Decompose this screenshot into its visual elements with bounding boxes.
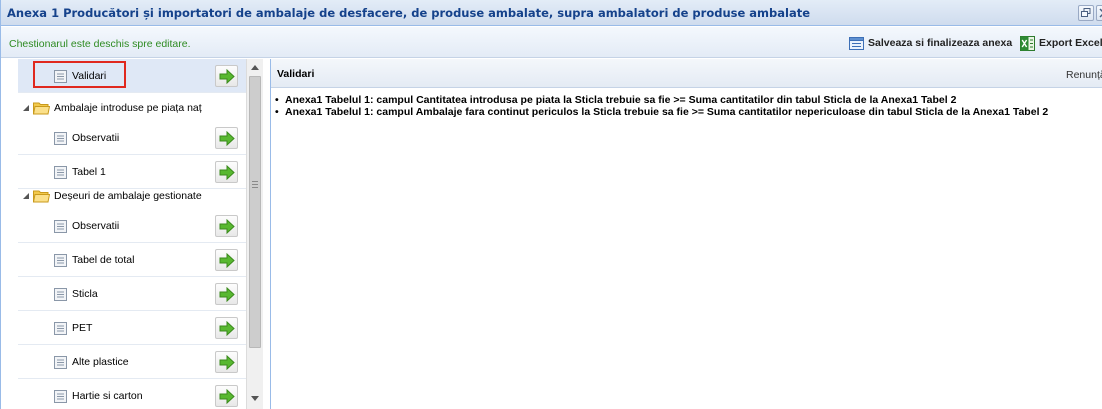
- sidebar-scrollbar[interactable]: [246, 59, 263, 409]
- arrow-right-icon: [219, 321, 235, 336]
- arrow-right-icon: [219, 389, 235, 404]
- sidebar-item-alte-plastice[interactable]: Alte plastice: [18, 345, 248, 379]
- sidebar: Validari Ambalaje introduse pe piața naț: [18, 59, 263, 409]
- window-title: Anexa 1 Producători și importatori de am…: [7, 6, 811, 20]
- tree-group-ambalaje[interactable]: Ambalaje introduse pe piața naț: [18, 93, 248, 123]
- arrow-right-icon: [219, 219, 235, 234]
- grip-line: [252, 181, 258, 182]
- form-icon: [54, 253, 67, 267]
- form-icon: [54, 287, 67, 301]
- sidebar-item-tabel-de-total[interactable]: Tabel de total: [18, 243, 248, 277]
- save-finalize-button[interactable]: Salveaza si finalizeaza anexa: [849, 34, 1012, 52]
- validation-message: • Anexa1 Tabelul 1: campul Cantitatea in…: [275, 94, 957, 106]
- form-icon: [54, 355, 67, 369]
- arrow-right-icon: [219, 355, 235, 370]
- sidebar-item-link[interactable]: Observatii: [54, 217, 119, 235]
- go-button[interactable]: [215, 127, 238, 149]
- sidebar-item-label: Sticla: [72, 288, 98, 300]
- validation-message: • Anexa1 Tabelul 1: campul Ambalaje fara…: [275, 106, 1049, 118]
- form-icon: [54, 69, 67, 83]
- content-title: Validari: [277, 68, 315, 80]
- folder-icon: [33, 190, 50, 203]
- sidebar-item-label: Alte plastice: [72, 356, 129, 368]
- go-button[interactable]: [215, 161, 238, 183]
- expand-triangle-icon[interactable]: [22, 104, 30, 112]
- scrollbar-thumb[interactable]: [249, 76, 261, 348]
- export-excel-label: Export Excel: [1039, 37, 1102, 49]
- tree-group-label: Deșeuri de ambalaje gestionate: [54, 190, 202, 202]
- sidebar-item-link[interactable]: Observatii: [54, 129, 119, 147]
- grip-line: [252, 187, 258, 188]
- sidebar-item-label: Observatii: [72, 220, 120, 232]
- sidebar-item-link[interactable]: Tabel 1: [54, 163, 106, 181]
- validation-message-text: Anexa1 Tabelul 1: campul Ambalaje fara c…: [285, 106, 1049, 118]
- content-header: Validari Renunță: [271, 59, 1102, 88]
- go-button[interactable]: [215, 351, 238, 373]
- sidebar-item-observatii-2[interactable]: Observatii: [18, 209, 248, 243]
- go-button[interactable]: [215, 283, 238, 305]
- form-icon: [54, 131, 67, 145]
- sidebar-item-link[interactable]: Hartie si carton: [54, 387, 143, 405]
- annex-window: Anexa 1 Producători și importatori de am…: [0, 0, 1102, 409]
- cancel-link[interactable]: Renunță: [1066, 69, 1102, 81]
- sidebar-item-link[interactable]: Validari: [54, 67, 106, 85]
- go-button[interactable]: [215, 385, 238, 407]
- sidebar-item-label: Tabel de total: [72, 254, 135, 266]
- export-excel-button[interactable]: Export Excel: [1020, 34, 1102, 52]
- sidebar-item-label: Tabel 1: [72, 166, 106, 178]
- restore-icon: [1081, 8, 1091, 17]
- go-button[interactable]: [215, 215, 238, 237]
- sidebar-item-observatii[interactable]: Observatii: [18, 121, 248, 155]
- sidebar-item-validari[interactable]: Validari: [18, 59, 248, 93]
- sidebar-item-label: Hartie si carton: [72, 390, 143, 402]
- sidebar-item-hartie-si-carton[interactable]: Hartie si carton: [18, 379, 248, 409]
- form-icon: [54, 219, 67, 233]
- form-icon: [54, 321, 67, 335]
- close-button[interactable]: [1096, 5, 1102, 21]
- arrow-right-icon: [219, 253, 235, 268]
- form-icon: [54, 165, 67, 179]
- go-button[interactable]: [215, 65, 238, 87]
- form-icon: [54, 389, 67, 403]
- status-text: Chestionarul este deschis spre editare.: [9, 38, 191, 50]
- content-panel: Validari Renunță • Anexa1 Tabelul 1: cam…: [270, 59, 1102, 409]
- sidebar-item-label: Validari: [72, 70, 107, 82]
- excel-icon: [1020, 35, 1035, 51]
- validation-messages: • Anexa1 Tabelul 1: campul Cantitatea in…: [275, 94, 1102, 118]
- scroll-down-arrow-icon[interactable]: [251, 396, 259, 401]
- scroll-up-arrow-icon[interactable]: [251, 65, 259, 70]
- sidebar-item-label: PET: [72, 322, 93, 334]
- save-finalize-label: Salveaza si finalizeaza anexa: [868, 37, 1013, 49]
- main-toolbar: Chestionarul este deschis spre editare. …: [1, 27, 1102, 58]
- sidebar-item-sticla[interactable]: Sticla: [18, 277, 248, 311]
- arrow-right-icon: [219, 165, 235, 180]
- restore-button[interactable]: [1078, 5, 1094, 21]
- sidebar-item-link[interactable]: Alte plastice: [54, 353, 129, 371]
- sidebar-item-pet[interactable]: PET: [18, 311, 248, 345]
- arrow-right-icon: [219, 131, 235, 146]
- arrow-right-icon: [219, 69, 235, 84]
- form-icon: [849, 36, 864, 50]
- tree-group-deseuri[interactable]: Deșeuri de ambalaje gestionate: [18, 181, 248, 211]
- go-button[interactable]: [215, 317, 238, 339]
- sidebar-item-label: Observatii: [72, 132, 120, 144]
- sidebar-item-link[interactable]: Tabel de total: [54, 251, 134, 269]
- go-button[interactable]: [215, 249, 238, 271]
- window-titlebar: Anexa 1 Producători și importatori de am…: [1, 0, 1102, 26]
- validation-message-text: Anexa1 Tabelul 1: campul Cantitatea intr…: [285, 94, 957, 106]
- expand-triangle-icon[interactable]: [22, 192, 30, 200]
- folder-icon: [33, 102, 50, 115]
- tree-group-label: Ambalaje introduse pe piața naț: [54, 102, 202, 114]
- grip-line: [252, 184, 258, 185]
- sidebar-item-link[interactable]: PET: [54, 319, 92, 337]
- arrow-right-icon: [219, 287, 235, 302]
- sidebar-item-link[interactable]: Sticla: [54, 285, 98, 303]
